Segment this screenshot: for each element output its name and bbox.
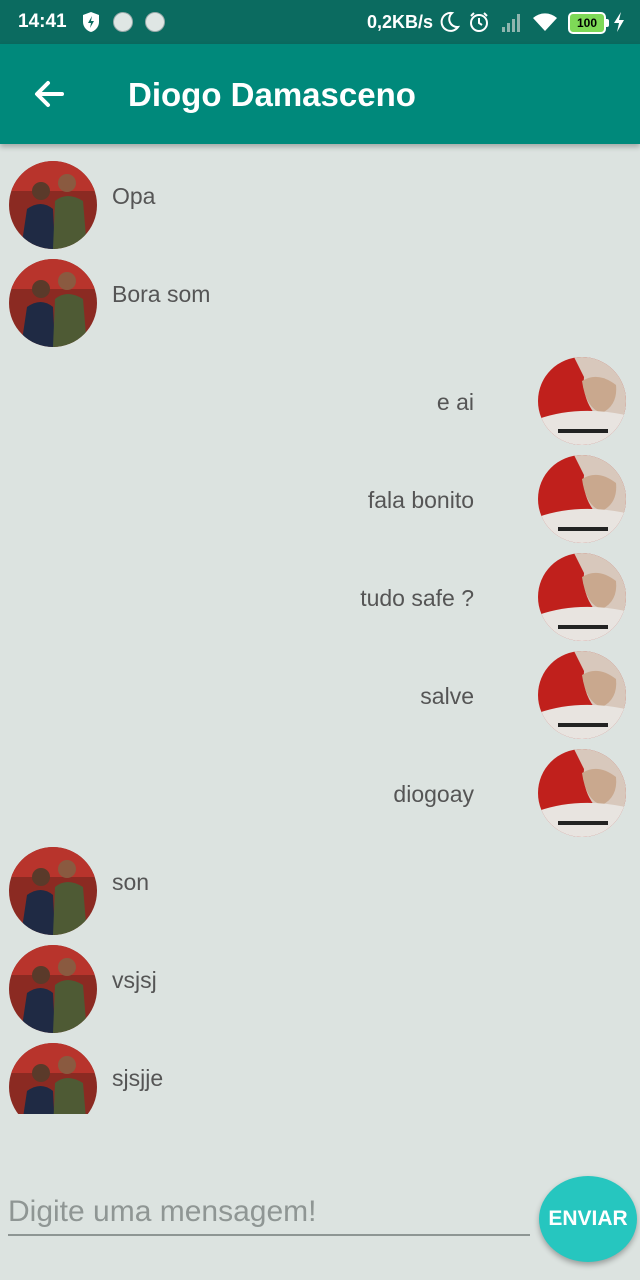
user-avatar (538, 651, 626, 739)
message-text: tudo safe ? (360, 585, 474, 611)
message-text: diogoay (393, 781, 474, 807)
user-avatar (538, 357, 626, 445)
user-avatar (538, 749, 626, 837)
moon-icon (440, 11, 460, 32)
conversation-title: Diogo Damasceno (128, 76, 416, 113)
message-text: vsjsj (112, 967, 157, 993)
alarm-icon (470, 12, 488, 32)
message-text: Opa (112, 183, 156, 209)
message-text: sjsjje (112, 1065, 164, 1091)
message-text: Bora som (112, 281, 211, 307)
message-item: salve (0, 651, 640, 743)
notification-dot-icon (113, 12, 133, 32)
message-item: tudo safe ? (0, 553, 640, 645)
message-item: e ai (0, 357, 640, 449)
message-list[interactable]: Opa Bora som e ai fala bonito tudo safe … (0, 144, 640, 1114)
contact-avatar (9, 161, 97, 249)
message-text: fala bonito (367, 487, 474, 513)
status-bar: 14:41 0,2KB/s 100 (0, 0, 640, 44)
user-avatar (538, 455, 626, 543)
message-item: fala bonito (0, 455, 640, 547)
message-item: Bora som (0, 259, 640, 351)
message-item: vsjsj (0, 945, 640, 1037)
charging-icon (614, 12, 624, 32)
arrow-left-icon[interactable] (28, 74, 72, 114)
wifi-icon (533, 13, 557, 31)
message-item: Opa (0, 161, 640, 253)
send-button[interactable]: ENVIAR (539, 1176, 637, 1262)
message-text: salve (420, 683, 474, 709)
message-composer: ENVIAR (0, 1170, 640, 1280)
user-avatar (538, 553, 626, 641)
signal-icon (502, 14, 520, 32)
app-bar: Diogo Damasceno (0, 44, 640, 144)
contact-avatar (9, 945, 97, 1033)
message-input[interactable] (8, 1190, 530, 1236)
shield-icon (83, 12, 99, 32)
message-text: e ai (436, 389, 474, 415)
notification-dot-icon (145, 12, 165, 32)
contact-avatar (9, 847, 97, 935)
status-time: 14:41 (18, 11, 67, 32)
message-text: son (112, 869, 150, 895)
message-item: sjsjje (0, 1043, 640, 1114)
contact-avatar (9, 259, 97, 347)
battery-icon: 100 (568, 12, 609, 34)
message-item: diogoay (0, 749, 640, 841)
message-item: son (0, 847, 640, 939)
network-speed: 0,2KB/s (367, 12, 434, 32)
contact-avatar (9, 1043, 97, 1114)
